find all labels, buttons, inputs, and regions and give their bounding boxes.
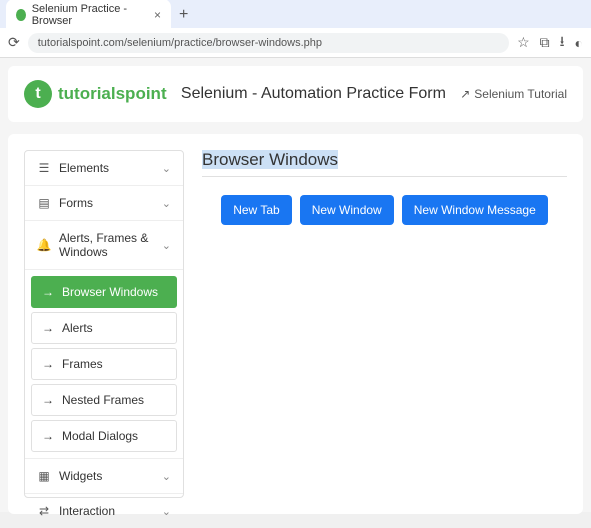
browser-chrome: Selenium Practice - Browser × + ⟳ tutori… [0,0,591,58]
logo[interactable]: t tutorialspoint [24,80,167,108]
sidebar-label: Alerts, Frames & Windows [59,231,162,259]
header-card: t tutorialspoint Selenium - Automation P… [8,66,583,122]
sub-item-alerts[interactable]: → Alerts [31,312,177,344]
main-title-text: Browser Windows [202,150,338,169]
logo-text: tutorialspoint [58,84,167,104]
arrow-right-icon: → [42,285,54,299]
arrow-right-icon: → [42,393,54,407]
sidebar-sublist: → Browser Windows → Alerts → Frames → Ne… [25,270,183,459]
sidebar-label: Interaction [59,504,115,518]
tab-bar: Selenium Practice - Browser × + [0,0,591,28]
url-input[interactable]: tutorialspoint.com/selenium/practice/bro… [28,33,509,53]
sub-item-nested-frames[interactable]: → Nested Frames [31,384,177,416]
sidebar-item-widgets[interactable]: ▦ Widgets ⌄ [25,459,183,494]
form-icon: ▤ [37,196,51,210]
arrow-right-icon: → [42,321,54,335]
new-tab-button[interactable]: New Tab [221,195,291,225]
grid-icon: ▦ [37,469,51,483]
chevron-down-icon: ⌄ [162,470,171,483]
sub-item-label: Nested Frames [62,393,144,407]
sub-item-label: Alerts [62,321,93,335]
external-link-icon: ↗ [460,87,470,101]
url-bar: ⟳ tutorialspoint.com/selenium/practice/b… [0,28,591,58]
close-tab-icon[interactable]: × [154,8,161,22]
chevron-down-icon: ⌄ [162,162,171,175]
menu-icon: ☰ [37,161,51,175]
reload-icon[interactable]: ⟳ [8,34,20,51]
page-body: t tutorialspoint Selenium - Automation P… [0,58,591,512]
sidebar-label: Forms [59,196,93,210]
tutorial-link[interactable]: ↗ Selenium Tutorial [460,87,567,101]
chevron-down-icon: ⌄ [162,197,171,210]
content-card: ☰ Elements ⌄ ▤ Forms ⌄ 🔔 Alerts, Frames & W… [8,134,583,514]
browser-tab[interactable]: Selenium Practice - Browser × [6,0,171,31]
new-window-button[interactable]: New Window [300,195,394,225]
tutorial-link-label: Selenium Tutorial [474,87,567,101]
arrow-right-icon: → [42,429,54,443]
sub-item-label: Frames [62,357,103,371]
url-actions: ☆ ⧉ ⭳ ◐ [517,31,583,55]
new-tab-button[interactable]: + [179,6,188,24]
sidebar-item-alerts[interactable]: 🔔 Alerts, Frames & Windows ⌄ [25,221,183,270]
sidebar-item-forms[interactable]: ▤ Forms ⌄ [25,186,183,221]
main-title: Browser Windows [202,150,567,177]
sub-item-browser-windows[interactable]: → Browser Windows [31,276,177,308]
swap-icon: ⇄ [37,504,51,518]
star-icon[interactable]: ☆ [517,34,530,51]
profile-icon[interactable]: ◐ [575,35,583,51]
download-icon[interactable]: ⭳ [560,31,565,55]
sidebar-label: Elements [59,161,109,175]
sidebar-item-interaction[interactable]: ⇄ Interaction ⌄ [25,494,183,528]
tab-title: Selenium Practice - Browser [32,3,144,27]
arrow-right-icon: → [42,357,54,371]
new-window-message-button[interactable]: New Window Message [402,195,548,225]
favicon-icon [16,9,26,21]
sub-item-label: Modal Dialogs [62,429,138,443]
button-row: New Tab New Window New Window Message [202,195,567,225]
chevron-down-icon: ⌄ [162,505,171,518]
sub-item-label: Browser Windows [62,285,158,299]
extensions-icon[interactable]: ⧉ [540,34,550,51]
sidebar-label: Widgets [59,469,102,483]
bell-icon: 🔔 [37,238,51,252]
chevron-down-icon: ⌄ [162,239,171,252]
main-panel: Browser Windows New Tab New Window New W… [202,150,567,498]
logo-icon: t [24,80,52,108]
sidebar: ☰ Elements ⌄ ▤ Forms ⌄ 🔔 Alerts, Frames & W… [24,150,184,498]
sub-item-frames[interactable]: → Frames [31,348,177,380]
page-title: Selenium - Automation Practice Form [181,85,446,103]
sidebar-item-elements[interactable]: ☰ Elements ⌄ [25,151,183,186]
sub-item-modal-dialogs[interactable]: → Modal Dialogs [31,420,177,452]
